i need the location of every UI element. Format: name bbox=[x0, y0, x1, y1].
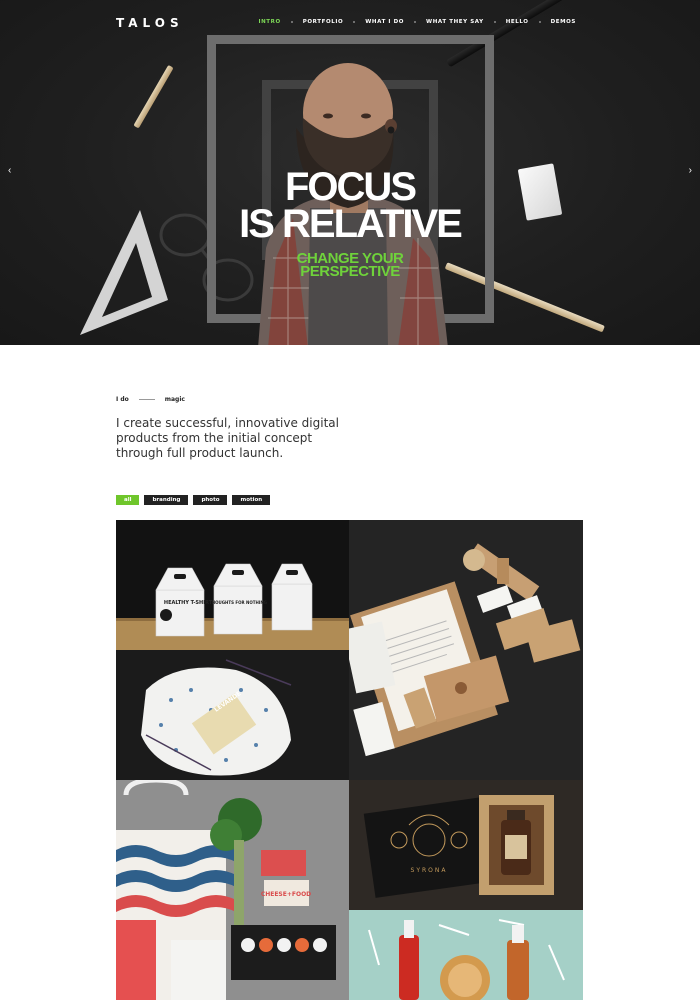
hero-title-line1: FOCUS bbox=[285, 165, 417, 209]
nav-separator bbox=[493, 21, 496, 23]
food-card-text: CHEESE+FOOD bbox=[261, 891, 311, 898]
pencil-small bbox=[133, 64, 174, 129]
portfolio-item-soap[interactable]: LEVANDE bbox=[116, 650, 349, 780]
section-label-right: magic bbox=[164, 396, 185, 403]
section-label: I do magic bbox=[116, 396, 185, 403]
soap-image: LEVANDE bbox=[141, 659, 292, 776]
portfolio-item-packaging[interactable]: HEALTHY T-SHIRT THOUGHTS FOR NOTHING bbox=[116, 520, 349, 650]
nav-item-portfolio[interactable]: PORTFOLIO bbox=[303, 19, 344, 25]
portfolio-item-food-branding[interactable]: CHEESE+FOOD bbox=[116, 780, 349, 1000]
syrona-brand-text: SYRONA bbox=[411, 867, 448, 874]
main-nav: INTRO PORTFOLIO WHAT I DO WHAT THEY SAY … bbox=[258, 19, 576, 25]
packaging-image: HEALTHY T-SHIRT THOUGHTS FOR NOTHING bbox=[116, 563, 349, 650]
packaging-box-text: HEALTHY T-SHIRT bbox=[164, 600, 213, 606]
nav-item-intro[interactable]: INTRO bbox=[258, 19, 280, 25]
condiments-image bbox=[349, 910, 583, 1000]
section-label-left: I do bbox=[116, 396, 129, 403]
intro-tagline: I create successful, innovative digital … bbox=[116, 416, 339, 460]
filter-branding[interactable]: branding bbox=[144, 495, 189, 505]
nav-item-hello[interactable]: HELLO bbox=[506, 19, 529, 25]
packaging-box-text-2: THOUGHTS FOR NOTHING bbox=[209, 600, 267, 605]
section-label-divider bbox=[138, 399, 155, 400]
filter-motion[interactable]: motion bbox=[232, 495, 271, 505]
filter-all[interactable]: all bbox=[116, 495, 140, 505]
portfolio-item-condiments[interactable] bbox=[349, 910, 583, 1000]
stationery-image bbox=[349, 543, 581, 757]
syrona-image: SYRONA bbox=[349, 780, 583, 910]
hero-subtitle-line2: PERSPECTIVE bbox=[300, 263, 400, 280]
nav-separator bbox=[414, 21, 417, 23]
nav-separator bbox=[353, 21, 356, 23]
portfolio-item-syrona[interactable]: SYRONA bbox=[349, 780, 583, 910]
nav-item-demos[interactable]: DEMOS bbox=[551, 19, 576, 25]
filter-photo[interactable]: photo bbox=[193, 495, 228, 505]
hero-section: TALOS INTRO PORTFOLIO WHAT I DO WHAT THE… bbox=[0, 0, 700, 345]
portfolio-item-stationery[interactable] bbox=[349, 520, 583, 780]
brand-logo[interactable]: TALOS bbox=[116, 16, 184, 30]
hero-title-line2: IS RELATIVE bbox=[239, 202, 463, 246]
food-branding-image: CHEESE+FOOD bbox=[116, 780, 349, 1000]
portfolio-filters: all branding photo motion bbox=[116, 495, 275, 505]
nav-item-what-they-say[interactable]: WHAT THEY SAY bbox=[426, 19, 484, 25]
nav-separator bbox=[290, 21, 293, 23]
nav-item-what-i-do[interactable]: WHAT I DO bbox=[365, 19, 404, 25]
nav-separator bbox=[538, 21, 541, 23]
